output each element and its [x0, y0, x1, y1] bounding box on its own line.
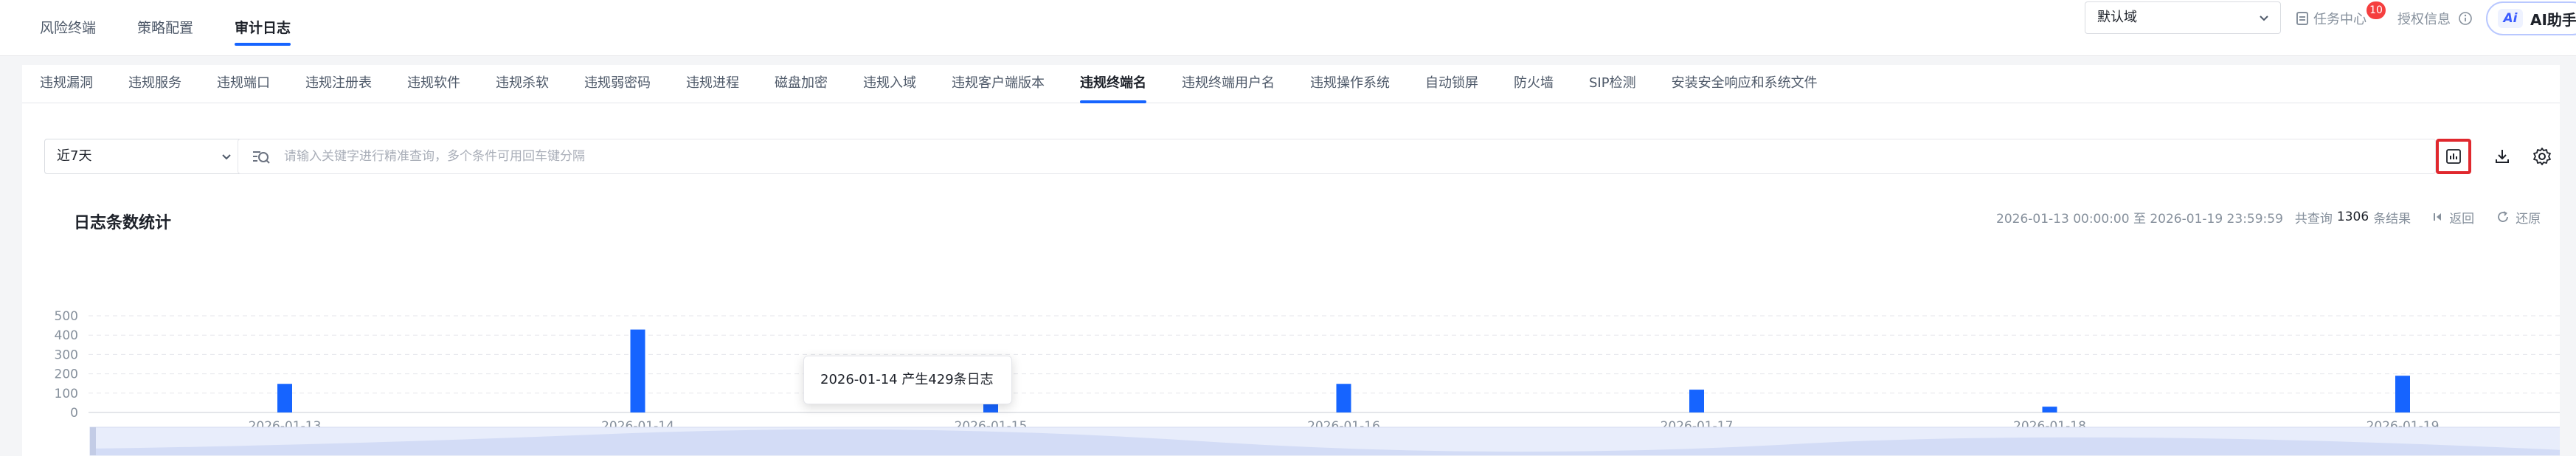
search-input[interactable] — [284, 145, 2409, 167]
y-tick-label: 200 — [55, 367, 78, 382]
top-nav: 风险终端 策略配置 审计日志 — [40, 0, 332, 56]
y-tick-label: 0 — [70, 406, 78, 421]
chart-toggle-button[interactable] — [2436, 139, 2471, 174]
task-count-badge: 10 — [2366, 1, 2386, 19]
settings-button[interactable] — [2524, 139, 2560, 174]
download-button[interactable] — [2485, 139, 2520, 174]
domain-select[interactable]: 默认域 — [2085, 1, 2281, 34]
time-range-select[interactable]: 近7天 — [44, 139, 245, 174]
info-icon[interactable] — [2458, 11, 2473, 26]
top-nav-item[interactable]: 策略配置 — [137, 0, 193, 56]
ai-logo-icon: Ai — [2498, 9, 2523, 28]
reset-link[interactable]: 还原 — [2496, 208, 2541, 227]
subnav-tab[interactable]: 违规终端名 — [1080, 65, 1146, 103]
subnav-tab[interactable]: 违规弱密码 — [584, 65, 651, 103]
chevron-down-icon — [222, 154, 231, 160]
chart-meta: 2026-01-13 00:00:00 至 2026-01-19 23:59:5… — [1996, 207, 2541, 227]
chart-tooltip: 2026-01-14 产生429条日志 — [803, 356, 1012, 404]
time-range-value: 近7天 — [57, 148, 92, 164]
task-list-icon — [2296, 12, 2308, 25]
license-info-label: 授权信息 — [2397, 12, 2451, 27]
y-tick-label: 400 — [55, 328, 78, 343]
total-suffix: 条结果 — [2373, 211, 2411, 227]
subnav-tab[interactable]: 违规漏洞 — [40, 65, 93, 103]
reset-icon — [2498, 211, 2509, 222]
subnav-tab[interactable]: 违规操作系统 — [1310, 65, 1390, 103]
y-tick-label: 100 — [55, 387, 78, 401]
top-bar: 风险终端 策略配置 审计日志 默认域 任务中心 10 授权信息 Ai AI助手 — [0, 0, 2576, 56]
subnav-tab[interactable]: 自动锁屏 — [1425, 65, 1478, 103]
bar-2026-01-16[interactable] — [1336, 384, 1351, 412]
subnav-tab[interactable]: 违规入域 — [863, 65, 916, 103]
bar-2026-01-13[interactable] — [277, 384, 292, 412]
back-label: 返回 — [2449, 211, 2475, 227]
y-tick-label: 500 — [55, 309, 78, 324]
task-center-label: 任务中心 — [2313, 12, 2366, 27]
reset-label: 还原 — [2516, 211, 2541, 227]
bar-2026-01-17[interactable] — [1689, 390, 1704, 412]
domain-select-value: 默认域 — [2097, 10, 2137, 25]
bar-2026-01-14[interactable] — [630, 329, 645, 412]
top-nav-item[interactable]: 风险终端 — [40, 0, 96, 56]
subnav-tab[interactable]: 违规客户端版本 — [952, 65, 1045, 103]
chevron-down-icon — [2260, 15, 2268, 21]
total-prefix: 共查询 — [2294, 211, 2333, 227]
subnav-tab[interactable]: SIP检测 — [1589, 65, 1636, 103]
back-first-icon — [2434, 213, 2442, 221]
license-info-link[interactable]: 授权信息 — [2397, 7, 2473, 30]
bar-2026-01-19[interactable] — [2395, 376, 2410, 412]
content-card: 违规漏洞 违规服务 违规端口 违规注册表 违规软件 违规杀软 违规弱密码 违规进程 磁盘加密 违规… — [22, 65, 2560, 456]
ai-assistant-label: AI助手 — [2530, 10, 2576, 29]
chart-title: 日志条数统计 — [74, 214, 172, 232]
download-icon — [2496, 150, 2509, 163]
subnav-tab[interactable]: 违规杀软 — [496, 65, 549, 103]
chart-range-text: 2026-01-13 00:00:00 至 2026-01-19 23:59:5… — [1996, 211, 2283, 227]
subnav-tab[interactable]: 防火墙 — [1514, 65, 1554, 103]
bar-2026-01-18[interactable] — [2042, 407, 2057, 412]
subnav-tab[interactable]: 违规注册表 — [305, 65, 372, 103]
subnav-tab[interactable]: 违规服务 — [128, 65, 181, 103]
y-tick-label: 300 — [55, 348, 78, 362]
subnav-tab[interactable]: 违规软件 — [407, 65, 460, 103]
subnav-tab[interactable]: 违规端口 — [217, 65, 270, 103]
subnav-tab[interactable]: 磁盘加密 — [775, 65, 828, 103]
slider-handle-left[interactable] — [90, 427, 96, 455]
top-nav-item[interactable]: 审计日志 — [235, 0, 291, 56]
audit-subnav: 违规漏洞 违规服务 违规端口 违规注册表 违规软件 违规杀软 违规弱密码 违规进程 磁盘加密 违规… — [22, 65, 2560, 103]
total-count: 1306 — [2336, 210, 2369, 224]
subnav-tab[interactable]: 违规进程 — [686, 65, 739, 103]
bar-chart-icon — [2446, 149, 2461, 164]
search-box[interactable] — [238, 139, 2436, 174]
subnav-tab[interactable]: 违规终端用户名 — [1182, 65, 1275, 103]
ai-assistant-button[interactable]: Ai AI助手 — [2486, 1, 2576, 35]
task-center-link[interactable]: 任务中心 — [2296, 7, 2366, 30]
search-filter-icon — [253, 151, 270, 164]
gear-icon — [2533, 148, 2551, 165]
back-link[interactable]: 返回 — [2433, 208, 2474, 227]
log-count-bar-chart: 01002003004005002026-01-13 2026-01-14 2026… — [55, 309, 2560, 456]
subnav-tab[interactable]: 安装安全响应和系统文件 — [1672, 65, 1818, 103]
